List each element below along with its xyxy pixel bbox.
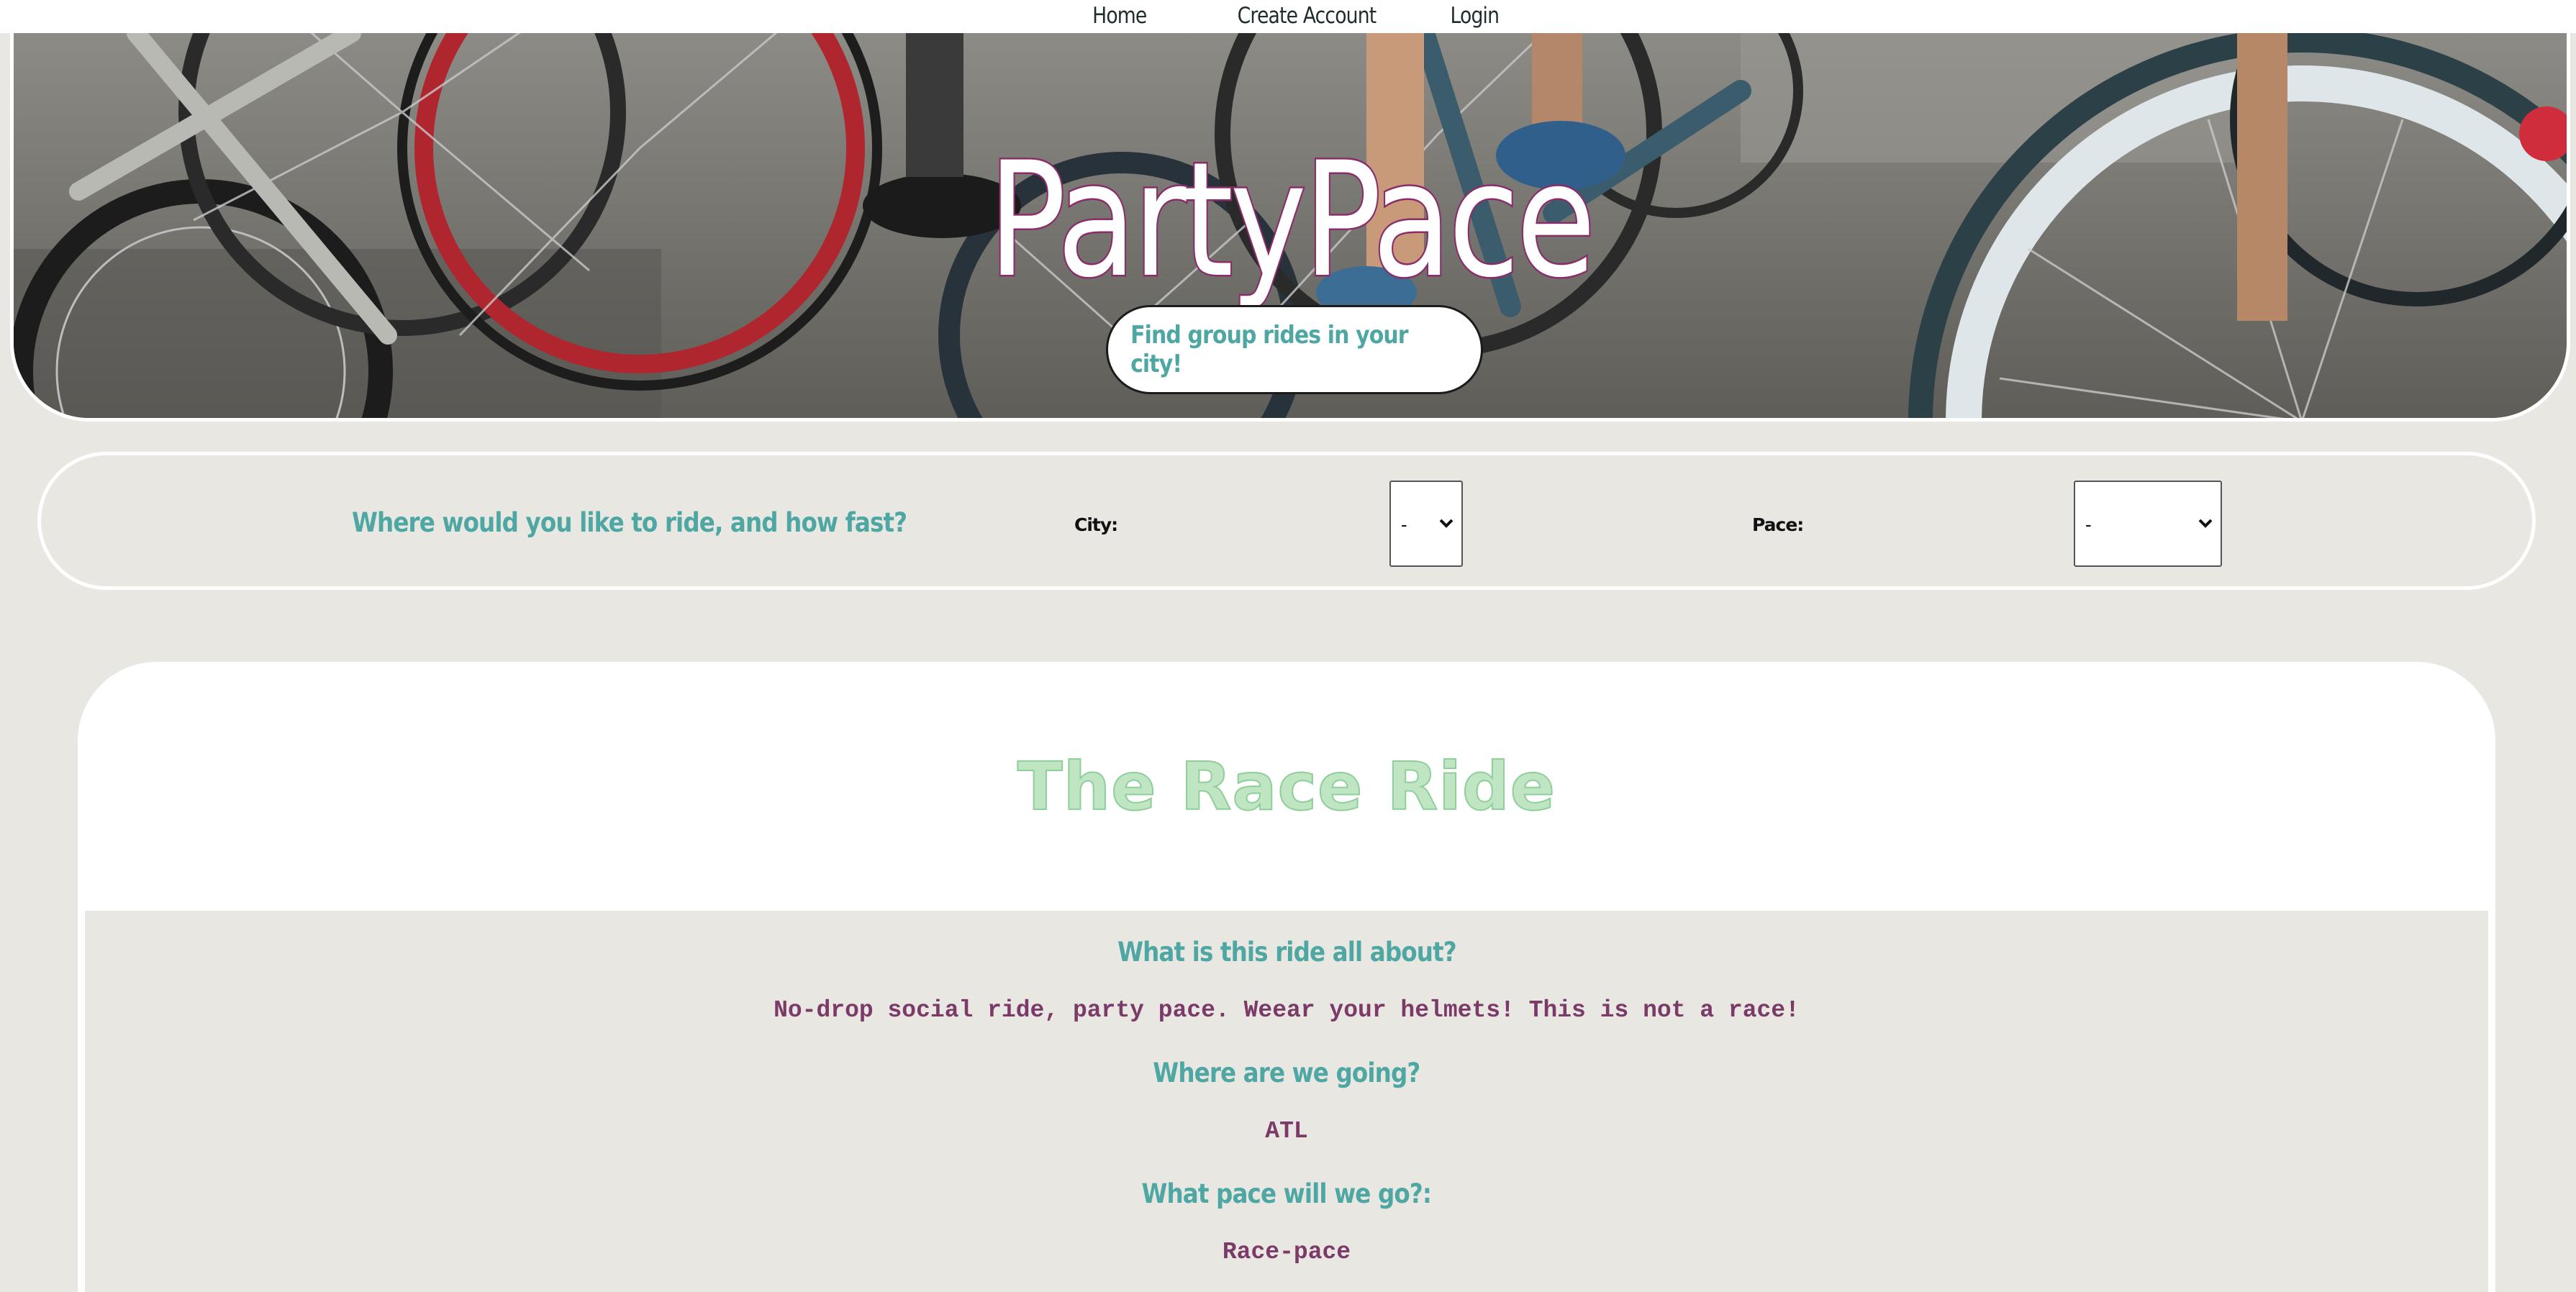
ride-card: The Race Ride What is this ride all abou… (78, 662, 2495, 1292)
chevron-down-icon (1439, 519, 1453, 528)
hero-banner: PartyPace Find group rides in your city! (10, 33, 2570, 422)
city-label: City: (1074, 514, 1118, 535)
ride-filter-bar: Where would you like to ride, and how fa… (37, 452, 2536, 590)
top-nav: Home Create Account Login (0, 0, 2576, 33)
filter-question: Where would you like to ride, and how fa… (352, 507, 907, 538)
nav-login-link[interactable]: Login (1451, 3, 1500, 29)
ride-details: What is this ride all about? No-drop soc… (85, 911, 2488, 1292)
nav-home-link[interactable]: Home (1092, 3, 1147, 29)
pace-question: What pace will we go?: (1141, 1178, 1432, 1209)
city-select[interactable]: - (1389, 481, 1463, 567)
nav-create-account-link[interactable]: Create Account (1238, 3, 1377, 29)
about-answer: No-drop social ride, party pace. Weear y… (774, 997, 1800, 1024)
site-logo-title: PartyPace (987, 128, 1597, 312)
pace-answer: Race-pace (1222, 1239, 1351, 1265)
chevron-down-icon (2198, 519, 2213, 528)
city-select-value: - (1401, 514, 1407, 535)
destination-answer: ATL (1265, 1118, 1308, 1145)
pace-select[interactable]: - (2074, 481, 2222, 567)
about-question: What is this ride all about? (1117, 937, 1457, 968)
destination-question: Where are we going? (1153, 1057, 1420, 1088)
find-rides-button-label: Find group rides in your city! (1130, 321, 1408, 378)
find-rides-button[interactable]: Find group rides in your city! (1106, 305, 1483, 394)
pace-select-value: - (2085, 514, 2092, 535)
ride-title: The Race Ride (1017, 747, 1556, 826)
pace-label: Pace: (1752, 514, 1804, 535)
